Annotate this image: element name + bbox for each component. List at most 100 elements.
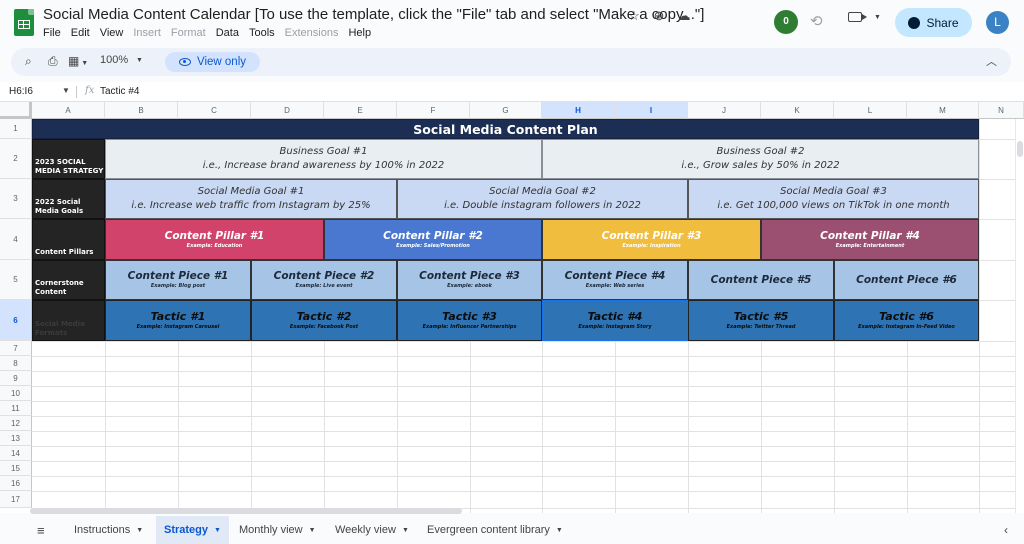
column-header-h[interactable]: H xyxy=(542,102,615,119)
row-header-7[interactable]: 7 xyxy=(0,341,32,356)
row-header-5[interactable]: 5 xyxy=(0,260,32,300)
social-goal-1[interactable]: Social Media Goal #1 i.e. Increase web t… xyxy=(105,179,397,219)
sheet-tab-strategy[interactable]: Strategy ▼ xyxy=(156,516,229,544)
share-button[interactable]: Share xyxy=(895,8,972,37)
star-icon[interactable]: ☆ xyxy=(626,8,642,24)
column-header-j[interactable]: J xyxy=(688,102,761,119)
tactic-4-selected[interactable]: Tactic #4 Example: Instagram Story xyxy=(542,300,688,341)
content-pillar-4[interactable]: Content Pillar #4 Example: Entertainment xyxy=(761,219,979,260)
column-header-l[interactable]: L xyxy=(834,102,907,119)
row-header-11[interactable]: 11 xyxy=(0,401,32,416)
print-icon[interactable]: ⎙ xyxy=(48,54,58,69)
pillar-example: Example: Education xyxy=(186,242,243,249)
business-goal-2[interactable]: Business Goal #2 i.e., Grow sales by 50%… xyxy=(542,139,979,179)
content-pillar-2[interactable]: Content Pillar #2 Example: Sales/Promoti… xyxy=(324,219,542,260)
sheet-tab-instructions[interactable]: Instructions ▼ xyxy=(66,516,151,544)
plan-title-cell[interactable]: Social Media Content Plan xyxy=(32,119,979,139)
content-piece-2[interactable]: Content Piece #2 Example: Live event xyxy=(251,260,397,300)
social-goal-2[interactable]: Social Media Goal #2 i.e. Double instagr… xyxy=(397,179,688,219)
label-cornerstone[interactable]: Cornerstone Content xyxy=(32,260,105,300)
spreadsheet-grid[interactable]: ABCDEFGHIJKLMN 1 2 3 4 5 6 7 8 9 10 11 12 13 14 15 16 17… xyxy=(0,102,1024,513)
collapse-side-panel-icon[interactable]: ‹ xyxy=(1004,523,1008,537)
menu-edit[interactable]: Edit xyxy=(71,27,90,39)
column-header-f[interactable]: F xyxy=(397,102,470,119)
row-header-4[interactable]: 4 xyxy=(0,219,32,260)
row-header-15[interactable]: 15 xyxy=(0,461,32,476)
account-avatar[interactable]: L xyxy=(986,11,1009,34)
content-piece-4[interactable]: Content Piece #4 Example: Web series xyxy=(542,260,688,300)
label-strategy[interactable]: 2023 SOCIAL MEDIA STRATEGY xyxy=(32,139,105,179)
tactic-2[interactable]: Tactic #2 Example: Facebook Post xyxy=(251,300,397,341)
tactic-3[interactable]: Tactic #3 Example: Influencer Partnershi… xyxy=(397,300,542,341)
label-formats[interactable]: Social Media Formats xyxy=(32,300,105,341)
sheet-tab-weekly-view[interactable]: Weekly view ▼ xyxy=(327,516,417,544)
column-header-g[interactable]: G xyxy=(470,102,542,119)
column-header-n[interactable]: N xyxy=(979,102,1024,119)
row-header-8[interactable]: 8 xyxy=(0,356,32,371)
all-sheets-menu-icon[interactable]: ≡ xyxy=(37,523,45,538)
version-history-icon[interactable]: ⟲ xyxy=(810,12,823,30)
paint-format-icon[interactable]: ▦ ▼ xyxy=(68,54,88,68)
row-header-2[interactable]: 2 xyxy=(0,139,32,179)
row-header-9[interactable]: 9 xyxy=(0,371,32,386)
column-header-a[interactable]: A xyxy=(32,102,105,119)
zoom-dropdown-icon[interactable]: ▼ xyxy=(136,57,143,64)
row-header-1[interactable]: 1 xyxy=(0,119,32,139)
menu-help[interactable]: Help xyxy=(348,27,371,39)
row-header-3[interactable]: 3 xyxy=(0,179,32,219)
column-header-i[interactable]: I xyxy=(615,102,688,119)
fx-icon: fx xyxy=(85,85,95,96)
menu-tools[interactable]: Tools xyxy=(249,27,275,39)
content-piece-5[interactable]: Content Piece #5 xyxy=(688,260,834,300)
extension-icon[interactable]: 0 xyxy=(774,10,798,34)
label-goals[interactable]: 2022 Social Media Goals xyxy=(32,179,105,219)
column-header-e[interactable]: E xyxy=(324,102,397,119)
tab-label: Evergreen content library xyxy=(427,524,550,536)
view-only-button[interactable]: View only xyxy=(165,52,261,72)
vertical-scrollbar[interactable] xyxy=(1015,119,1024,513)
column-header-d[interactable]: D xyxy=(251,102,324,119)
row-header-17[interactable]: 17 xyxy=(0,491,32,508)
meet-button[interactable]: ▼ xyxy=(848,12,881,22)
name-box-dropdown-icon[interactable]: ▼ xyxy=(62,86,70,95)
tactic-6[interactable]: Tactic #6 Example: Instagram In-Feed Vid… xyxy=(834,300,979,341)
row-header-10[interactable]: 10 xyxy=(0,386,32,401)
content-pillar-3[interactable]: Content Pillar #3 Example: Inspiration xyxy=(542,219,761,260)
row-header-12[interactable]: 12 xyxy=(0,416,32,431)
select-all-corner[interactable] xyxy=(0,102,32,119)
column-header-c[interactable]: C xyxy=(178,102,251,119)
column-header-b[interactable]: B xyxy=(105,102,178,119)
drive-add-icon[interactable]: ⊕ xyxy=(651,8,667,24)
content-pillar-1[interactable]: Content Pillar #1 Example: Education xyxy=(105,219,324,260)
tactic-1[interactable]: Tactic #1 Example: Instagram Carousel xyxy=(105,300,251,341)
content-piece-6[interactable]: Content Piece #6 xyxy=(834,260,979,300)
menu-data[interactable]: Data xyxy=(216,27,239,39)
vertical-scroll-thumb[interactable] xyxy=(1017,141,1023,157)
sheet-tab-monthly-view[interactable]: Monthly view ▼ xyxy=(231,516,324,544)
menu-view[interactable]: View xyxy=(100,27,124,39)
cloud-status-icon[interactable]: ☁ xyxy=(676,8,692,24)
horizontal-scrollbar[interactable] xyxy=(30,508,462,514)
column-header-k[interactable]: K xyxy=(761,102,834,119)
tactic-5[interactable]: Tactic #5 Example: Twitter Thread xyxy=(688,300,834,341)
column-header-m[interactable]: M xyxy=(907,102,979,119)
row-header-6[interactable]: 6 xyxy=(0,300,32,341)
row-header-16[interactable]: 16 xyxy=(0,476,32,491)
collapse-toolbar-icon[interactable]: ︿ xyxy=(986,53,997,69)
menu-file[interactable]: File xyxy=(43,27,61,39)
content-piece-1[interactable]: Content Piece #1 Example: Blog post xyxy=(105,260,251,300)
row-header-13[interactable]: 13 xyxy=(0,431,32,446)
sheet-tab-evergreen-library[interactable]: Evergreen content library ▼ xyxy=(419,516,571,544)
document-title[interactable]: Social Media Content Calendar [To use th… xyxy=(43,6,704,23)
formula-input[interactable]: Tactic #4 xyxy=(100,86,139,97)
content-piece-3[interactable]: Content Piece #3 Example: ebook xyxy=(397,260,542,300)
name-box[interactable]: H6:I6 xyxy=(9,86,33,97)
row-header-14[interactable]: 14 xyxy=(0,446,32,461)
goal-detail: i.e. Increase web traffic from Instagram… xyxy=(131,200,371,211)
zoom-select[interactable]: 100% xyxy=(100,54,128,66)
label-pillars[interactable]: Content Pillars xyxy=(32,219,105,260)
sheets-logo-icon[interactable] xyxy=(14,9,34,36)
social-goal-3[interactable]: Social Media Goal #3 i.e. Get 100,000 vi… xyxy=(688,179,979,219)
search-icon[interactable]: ⌕ xyxy=(25,54,32,69)
business-goal-1[interactable]: Business Goal #1 i.e., Increase brand aw… xyxy=(105,139,542,179)
